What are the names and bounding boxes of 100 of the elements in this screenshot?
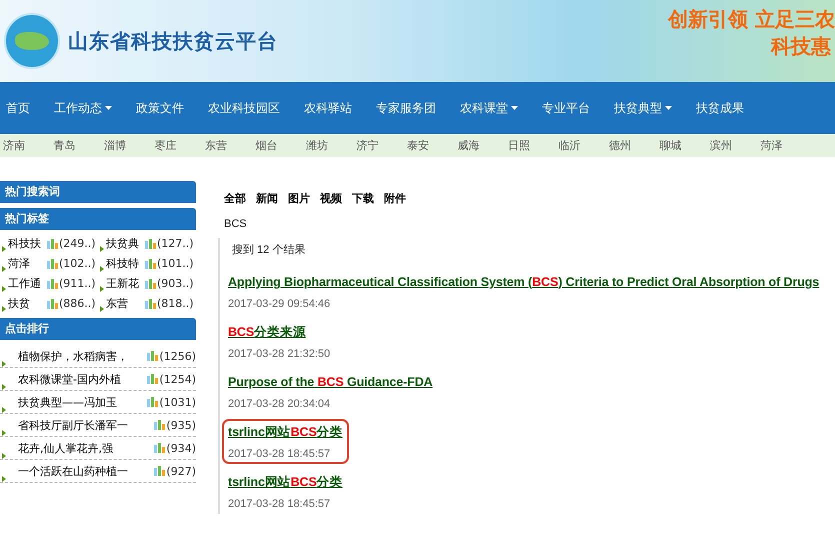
bullet-icon <box>2 306 6 312</box>
tag-link[interactable]: 东营 <box>106 296 145 311</box>
click-count: (934) <box>166 442 196 454</box>
city-link[interactable]: 滨州 <box>707 138 758 153</box>
tag-link[interactable]: 科技特 <box>106 256 145 271</box>
bullet-icon <box>2 361 6 367</box>
search-query: BCS <box>224 218 248 230</box>
bullet-icon <box>2 430 6 436</box>
tag-count: (886..) <box>59 297 96 310</box>
result-date: 2017-03-28 21:32:50 <box>228 348 330 360</box>
city-link[interactable]: 东营 <box>202 138 252 153</box>
bullet-icon <box>2 266 6 272</box>
slogan-text: 创新引领 立足三农 <box>668 6 835 33</box>
tag-count: (102..) <box>59 257 96 270</box>
result-title-link[interactable]: Purpose of the BCS Guidance-FDA <box>228 375 433 389</box>
bar-chart-icon <box>145 298 156 308</box>
bullet-icon <box>2 407 6 413</box>
click-count: (935) <box>166 418 196 432</box>
bar-chart-icon <box>47 258 58 268</box>
caret-icon <box>511 106 518 110</box>
city-link[interactable]: 泰安 <box>404 138 454 153</box>
tag-link[interactable]: 菏泽 <box>8 256 47 271</box>
ranking-link[interactable]: 农科微课堂-国内外植 <box>18 372 148 386</box>
bullet-icon <box>2 384 6 390</box>
result-date: 2017-03-28 18:45:57 <box>228 498 332 510</box>
bar-chart-icon <box>47 238 58 248</box>
nav-link[interactable]: 农科驿站 <box>298 100 363 116</box>
filter-link[interactable]: 视频 <box>320 191 342 206</box>
tag-link[interactable]: 王新花 <box>106 276 145 291</box>
tag-link[interactable]: 科技扶 <box>8 236 47 251</box>
bar-chart-icon <box>145 258 156 268</box>
ranking-link[interactable]: 植物保护，水稻病害， <box>18 348 148 364</box>
caret-icon <box>665 106 672 110</box>
tag-link[interactable]: 扶贫 <box>8 296 47 311</box>
ranking-link[interactable]: 一个活跃在山药种植一 <box>18 464 154 478</box>
click-count: (1254) <box>159 372 196 386</box>
nav-link[interactable]: 首页 <box>0 100 41 116</box>
click-count: (1256) <box>159 350 196 362</box>
section-header: 热门搜索词 <box>0 181 196 203</box>
ranking-link[interactable]: 扶贫典型——冯加玉 <box>18 394 148 410</box>
nav-link[interactable]: 专家服务团 <box>370 100 447 116</box>
filter-link[interactable]: 下载 <box>352 191 374 206</box>
bullet-icon <box>2 286 6 292</box>
bar-chart-icon <box>154 420 166 430</box>
click-count: (927) <box>166 464 196 478</box>
bar-chart-icon <box>154 466 166 476</box>
nav-link[interactable]: 农科课堂 <box>454 100 529 116</box>
city-link[interactable]: 潍坊 <box>303 138 354 153</box>
city-link[interactable]: 济南 <box>0 138 50 153</box>
ranking-link[interactable]: 省科技厅副厅长潘军一 <box>18 418 154 432</box>
result-date: 2017-03-28 20:34:04 <box>228 398 332 410</box>
site-title: 山东省科技扶贫云平台 <box>68 28 278 54</box>
filter-link[interactable]: 新闻 <box>256 191 278 206</box>
result-date: 2017-03-29 09:54:46 <box>228 298 332 310</box>
bar-chart-icon <box>147 397 158 407</box>
bullet-icon <box>100 286 104 292</box>
nav-link[interactable]: 扶贫成果 <box>690 100 755 116</box>
tag-count: (101..) <box>157 257 194 270</box>
section-header: 点击排行 <box>0 318 196 340</box>
filter-link[interactable]: 全部 <box>224 191 246 206</box>
bullet-icon <box>100 306 104 312</box>
tag-link[interactable]: 扶贫典 <box>106 236 145 251</box>
result-date: 2017-03-28 18:45:57 <box>228 448 332 460</box>
tag-count: (911..) <box>59 277 96 290</box>
nav-link[interactable]: 农业科技园区 <box>202 100 291 116</box>
tag-link[interactable]: 工作通 <box>8 276 47 291</box>
nav-link[interactable]: 专业平台 <box>536 100 601 116</box>
city-link[interactable]: 聊城 <box>656 138 707 153</box>
caret-icon <box>105 106 112 110</box>
section-header: 热门标签 <box>0 208 196 230</box>
bar-chart-icon <box>145 278 156 288</box>
nav-link[interactable]: 扶贫典型 <box>608 100 683 116</box>
filter-link[interactable]: 附件 <box>384 191 406 206</box>
nav-link[interactable]: 工作动态 <box>48 100 123 116</box>
city-link[interactable]: 威海 <box>454 138 505 153</box>
city-link[interactable]: 菏泽 <box>758 138 808 153</box>
bar-chart-icon <box>145 238 156 248</box>
tag-count: (249..) <box>59 237 96 250</box>
city-link[interactable]: 淄博 <box>101 138 152 153</box>
filter-link[interactable]: 图片 <box>288 191 310 206</box>
city-link[interactable]: 临沂 <box>556 138 606 153</box>
city-link[interactable]: 烟台 <box>252 138 303 153</box>
bullet-icon <box>2 476 6 482</box>
bar-chart-icon <box>47 278 58 288</box>
bar-chart-icon <box>147 374 158 384</box>
result-title-link[interactable]: Applying Biopharmaceutical Classification System (BCS) Criteria to Predict Oral Absorption of Drugs <box>228 275 820 289</box>
ranking-link[interactable]: 花卉,仙人掌花卉,强 <box>18 440 154 456</box>
bullet-icon <box>100 266 104 272</box>
bullet-icon <box>100 246 104 252</box>
tag-count: (903..) <box>157 277 194 290</box>
city-link[interactable]: 青岛 <box>50 138 101 153</box>
bar-chart-icon <box>47 298 58 308</box>
bullet-icon <box>2 453 6 459</box>
city-link[interactable]: 枣庄 <box>152 138 202 153</box>
city-link[interactable]: 济宁 <box>354 138 404 153</box>
tag-count: (127..) <box>157 237 194 250</box>
city-link[interactable]: 德州 <box>606 138 656 153</box>
bar-chart-icon <box>147 351 158 361</box>
nav-link[interactable]: 政策文件 <box>130 100 195 116</box>
city-link[interactable]: 日照 <box>505 138 556 153</box>
